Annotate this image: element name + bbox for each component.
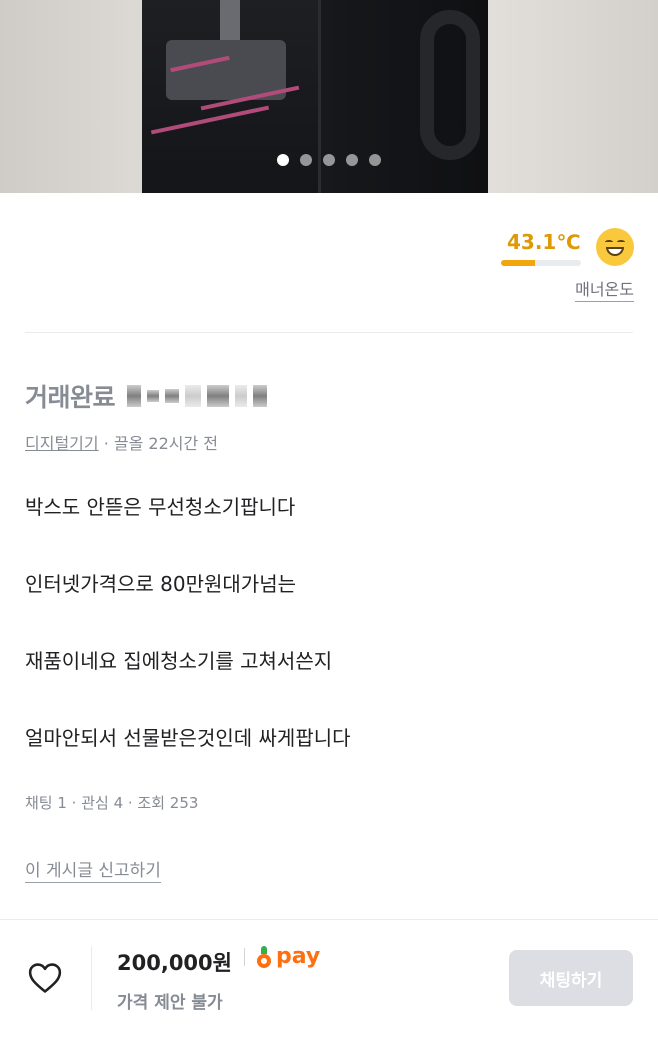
- gallery-dot[interactable]: [323, 154, 335, 166]
- section-divider: [25, 332, 633, 333]
- price-negotiation-status: 가격 제안 불가: [117, 993, 223, 1013]
- gallery-pagination: [0, 154, 658, 166]
- report-post-link[interactable]: 이 게시글 신고하기: [25, 856, 161, 883]
- chat-button[interactable]: 채팅하기: [509, 950, 633, 1006]
- vertical-divider: [91, 946, 92, 1010]
- heart-icon[interactable]: [28, 962, 62, 994]
- pay-label: pay: [276, 944, 321, 969]
- trade-status: 거래완료: [25, 383, 116, 412]
- smiling-face-icon: [596, 228, 634, 266]
- description-line: 얼마안되서 선물받은것인데 싸게팝니다: [25, 726, 351, 750]
- gallery-dot[interactable]: [346, 154, 358, 166]
- bottom-action-bar: 200,000원 pay 가격 제안 불가 채팅하기: [0, 919, 658, 1051]
- blurred-title-text: [127, 385, 268, 407]
- post-meta: 디지털기기 · 끌올 22시간 전: [25, 430, 218, 454]
- description-line: 박스도 안뜯은 무선청소기팝니다: [25, 495, 296, 519]
- temperature-bar: [501, 260, 581, 266]
- gallery-dot[interactable]: [369, 154, 381, 166]
- carrot-icon: [257, 945, 271, 968]
- temperature-value: 43.1℃: [507, 230, 581, 254]
- post-title: 거래완료: [25, 378, 268, 414]
- box-logo-graphic: [420, 10, 480, 160]
- carrot-pay-badge: pay: [244, 944, 320, 969]
- category-link[interactable]: 디지털기기: [25, 434, 99, 453]
- post-time: · 끌올 22시간 전: [98, 434, 218, 453]
- manner-temperature-label[interactable]: 매너온도: [575, 276, 634, 302]
- gallery-dot[interactable]: [277, 154, 289, 166]
- manner-temperature[interactable]: 43.1℃ 매너온도: [499, 228, 634, 302]
- post-description: 박스도 안뜯은 무선청소기팝니다인터넷가격으로 80만원대가넘는재품이네요 집에…: [25, 492, 633, 800]
- post-stats: 채팅 1 · 관심 4 · 조회 253: [25, 794, 199, 812]
- description-line: 재품이네요 집에청소기를 고쳐서쓴지: [25, 649, 333, 673]
- gallery-dot[interactable]: [300, 154, 312, 166]
- temperature-bar-fill: [501, 260, 536, 266]
- price: 200,000원: [117, 951, 232, 975]
- description-line: 인터넷가격으로 80만원대가넘는: [25, 572, 297, 596]
- product-image[interactable]: [0, 0, 658, 193]
